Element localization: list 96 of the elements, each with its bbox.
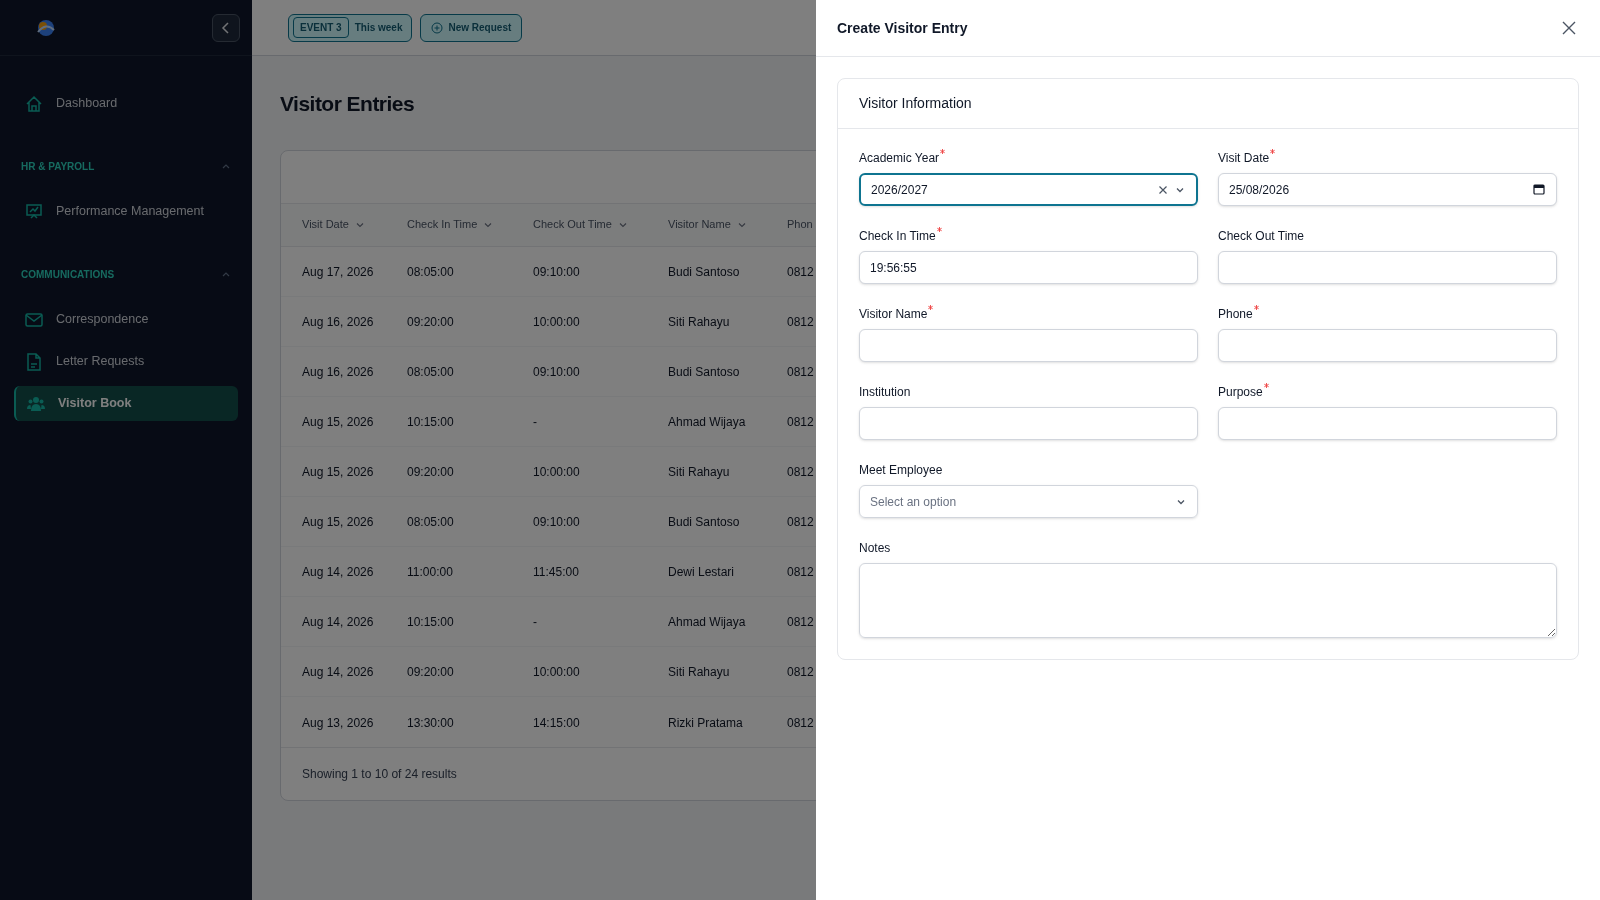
table-cell: 09:20:00 (407, 665, 454, 679)
results-summary: Showing 1 to 10 of 24 results (302, 765, 457, 783)
section-title: Visitor Information (859, 94, 972, 113)
sidebar-item[interactable]: Correspondence (14, 302, 238, 337)
table-cell: 10:00:00 (533, 465, 580, 479)
table-cell: Budi Santoso (668, 265, 740, 279)
drawer-title: Create Visitor Entry (837, 18, 968, 38)
input-field[interactable] (859, 329, 1198, 362)
table-cell: Siti Rahayu (668, 465, 730, 479)
input-field[interactable] (859, 407, 1198, 440)
table-cell: 11:45:00 (533, 565, 579, 579)
table-cell: 0812 (787, 515, 814, 529)
section-toggle[interactable]: HR & PAYROLL (14, 156, 238, 176)
table-cell: 08:05:00 (407, 365, 454, 379)
table-cell: 09:10:00 (533, 515, 580, 529)
table-cell: Ahmad Wijaya (668, 615, 746, 629)
select-field[interactable]: 2026/2027 (859, 173, 1198, 206)
table-cell: 0812 (787, 715, 814, 730)
field-label: Check In Time (859, 228, 936, 245)
table-cell: 0812 (787, 565, 814, 579)
field-label: Phone (1218, 306, 1253, 323)
field-label: Visit Date (1218, 150, 1270, 167)
table-cell: 10:00:00 (533, 665, 580, 679)
date-field[interactable]: 25/08/2026 (1218, 173, 1557, 206)
table-cell: Rizki Pratama (668, 715, 743, 730)
table-cell: 08:05:00 (407, 265, 454, 279)
event-filter-button[interactable]: EVENT 3 This week (288, 13, 412, 42)
table-cell: Aug 16, 2026 (302, 365, 374, 379)
table-cell: Aug 14, 2026 (302, 565, 374, 579)
field-label: Meet Employee (859, 462, 943, 479)
table-cell: 11:00:00 (407, 565, 453, 579)
table-cell: 10:15:00 (407, 415, 454, 429)
table-cell: Aug 13, 2026 (302, 715, 374, 730)
clear-icon[interactable] (1158, 184, 1168, 195)
page-title: Visitor Entries (280, 91, 415, 117)
table-cell: Ahmad Wijaya (668, 415, 746, 429)
field-label: Visitor Name (859, 306, 928, 323)
table-cell: Budi Santoso (668, 515, 740, 529)
table-cell: Aug 15, 2026 (302, 465, 374, 479)
table-cell: 14:15:00 (533, 715, 580, 730)
table-cell: 0812 (787, 415, 814, 429)
calendar-icon[interactable] (1533, 183, 1545, 195)
table-cell: 0812 (787, 265, 814, 279)
table-cell: Siti Rahayu (668, 315, 730, 329)
notes-field[interactable] (859, 563, 1557, 638)
input-field[interactable]: 19:56:55 (859, 251, 1198, 284)
table-cell: 08:05:00 (407, 515, 454, 529)
table-cell: 0812 (787, 465, 814, 479)
table-cell: Budi Santoso (668, 365, 740, 379)
table-cell: 0812 (787, 665, 814, 679)
new-request-button[interactable]: New Request (419, 13, 523, 42)
column-header[interactable]: Visit Date (302, 216, 365, 233)
table-cell: Aug 14, 2026 (302, 665, 374, 679)
field-label: Academic Year (859, 150, 940, 167)
table-cell: 0812 (787, 365, 814, 379)
field-label: Institution (859, 384, 911, 401)
table-cell: 10:00:00 (533, 315, 580, 329)
table-cell: 09:10:00 (533, 265, 580, 279)
input-field[interactable] (1218, 251, 1557, 284)
column-header[interactable]: Check Out Time (533, 216, 628, 233)
field-label: Notes (859, 540, 891, 557)
column-header[interactable]: Check In Time (407, 216, 494, 233)
table-cell: - (533, 415, 537, 429)
sidebar-item[interactable]: Performance Management (14, 194, 238, 229)
column-header[interactable]: Phon (787, 216, 813, 233)
document-icon (24, 351, 44, 372)
table-cell: 09:20:00 (407, 315, 454, 329)
plus-circle-icon (430, 21, 443, 34)
table-cell: Aug 15, 2026 (302, 515, 374, 529)
select-field[interactable]: Select an option (859, 485, 1198, 518)
input-field[interactable] (1218, 407, 1557, 440)
event-period: This week (354, 21, 403, 35)
table-cell: Siti Rahayu (668, 665, 730, 679)
table-cell: 10:15:00 (407, 615, 454, 629)
field-label: Purpose (1218, 384, 1263, 401)
field-label: Check Out Time (1218, 228, 1305, 245)
sidebar-item[interactable]: Letter Requests (14, 344, 238, 379)
table-cell: 09:20:00 (407, 465, 454, 479)
table-cell: Aug 17, 2026 (302, 265, 374, 279)
table-cell: Dewi Lestari (668, 565, 735, 579)
table-cell: - (533, 615, 537, 629)
home-icon (24, 93, 44, 114)
table-cell: Aug 15, 2026 (302, 415, 374, 429)
table-cell: 0812 (787, 615, 814, 629)
table-cell: 0812 (787, 315, 814, 329)
table-cell: Aug 14, 2026 (302, 615, 374, 629)
sidebar-item[interactable]: Visitor Book (14, 386, 238, 421)
sidebar-item[interactable]: Dashboard (14, 86, 238, 121)
input-field[interactable] (1218, 329, 1557, 362)
table-cell: 09:10:00 (533, 365, 580, 379)
table-cell: 13:30:00 (407, 715, 454, 730)
event-badge: EVENT 3 (293, 17, 349, 38)
section-toggle[interactable]: COMMUNICATIONS (14, 264, 238, 284)
collapse-sidebar-button[interactable] (212, 13, 240, 42)
column-header[interactable]: Visitor Name (668, 216, 747, 233)
table-cell: Aug 16, 2026 (302, 315, 374, 329)
